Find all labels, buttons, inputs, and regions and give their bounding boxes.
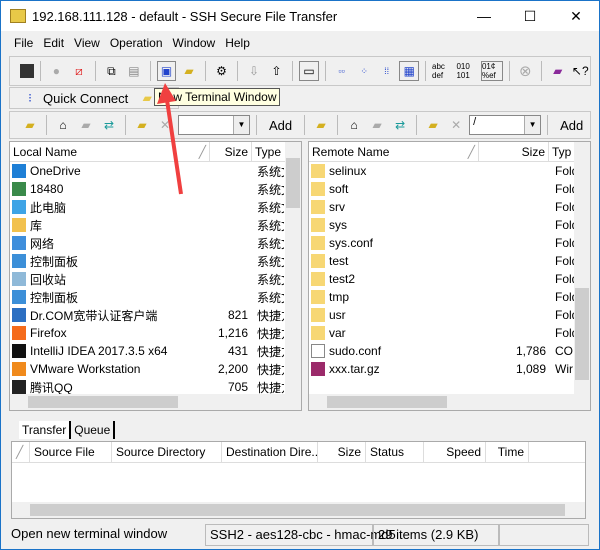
- annotation-arrow: [157, 83, 183, 195]
- arrow-shaft: [165, 99, 183, 195]
- arrow-head: [157, 83, 176, 104]
